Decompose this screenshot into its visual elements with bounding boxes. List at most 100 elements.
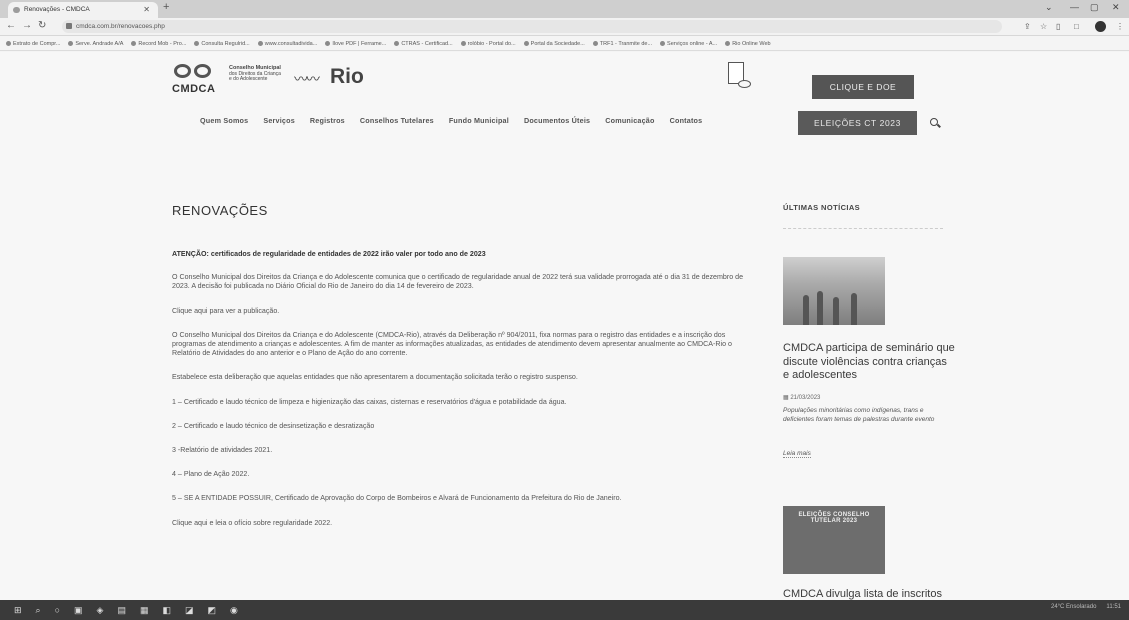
article-content: ATENÇÃO: certificados de regularidade de…: [172, 250, 757, 543]
bookmark-favicon-icon: [394, 41, 400, 46]
weather-text[interactable]: 24°C Ensolarado: [1051, 604, 1096, 610]
bookmark-item[interactable]: Ilove PDF | Ferrame...: [325, 41, 386, 47]
bookmark-star-icon[interactable]: ☆: [1040, 22, 1047, 31]
task-view-icon[interactable]: ○: [55, 605, 60, 615]
extensions-icon[interactable]: ▯: [1056, 22, 1060, 31]
menu-item-conselhos-tutelares[interactable]: Conselhos Tutelares: [360, 116, 434, 125]
minimize-icon[interactable]: —: [1070, 2, 1079, 12]
menu-item-contatos[interactable]: Contatos: [670, 116, 703, 125]
bookmark-label: Ilove PDF | Ferrame...: [332, 40, 387, 47]
bookmark-favicon-icon: [131, 41, 137, 46]
menu-item-documentos-uteis[interactable]: Documentos Úteis: [524, 116, 590, 125]
bookmark-item[interactable]: Consulta Regulrid...: [194, 41, 250, 47]
page-title: RENOVAÇÕES: [172, 203, 268, 218]
more-menu-icon[interactable]: ⋮: [1116, 22, 1124, 31]
close-window-icon[interactable]: ✕: [1112, 2, 1120, 13]
app-icon[interactable]: ◈: [97, 605, 104, 616]
app-icon[interactable]: ◩: [208, 605, 217, 616]
logo-circle-icon: [174, 64, 191, 78]
transparency-document-icon[interactable]: [726, 60, 751, 92]
bookmark-label: Record Mob - Pro...: [138, 40, 187, 47]
url-text: cmdca.com.br/renovacoes.php: [76, 23, 165, 30]
bookmark-label: TRF1 - Tranmite de...: [599, 40, 653, 47]
publication-link[interactable]: Clique aqui para ver a publicação.: [172, 307, 757, 316]
bookmark-favicon-icon: [523, 41, 529, 46]
url-field[interactable]: cmdca.com.br/renovacoes.php: [62, 20, 1002, 33]
requirement-item: 4 – Plano de Ação 2022.: [172, 470, 250, 479]
chevron-down-icon[interactable]: ⌄: [1045, 2, 1053, 13]
bookmark-item[interactable]: Serviços online - A...: [660, 41, 717, 47]
forward-icon[interactable]: →: [22, 20, 32, 31]
menu-item-fundo-municipal[interactable]: Fundo Municipal: [449, 116, 509, 125]
oficio-link[interactable]: Clique aqui e leia o ofício sobre regula…: [172, 519, 757, 528]
sidepanel-icon[interactable]: □: [1074, 22, 1079, 31]
bookmark-favicon-icon: [6, 41, 11, 46]
tab-strip: Renovações - CMDCA ✕ + ⌄ — ▢ ✕: [0, 0, 1129, 18]
bookmark-item[interactable]: CTRAS - Certificad...: [394, 40, 453, 47]
address-bar-row: ← → ↻ cmdca.com.br/renovacoes.php ⇪ ☆ ▯ …: [0, 18, 1129, 36]
bookmark-item[interactable]: Serve. Andrade A/A: [68, 41, 123, 47]
search-icon[interactable]: ⌕: [36, 605, 41, 616]
close-tab-icon[interactable]: ✕: [143, 2, 150, 18]
bookmark-item[interactable]: Extrato de Compr...: [6, 41, 60, 47]
bookmark-item[interactable]: Portal da Sociedade...: [523, 40, 585, 47]
menu-item-servicos[interactable]: Serviços: [263, 116, 295, 125]
bookmark-item[interactable]: Record Mob - Pro...: [131, 41, 186, 47]
bookmarks-bar: Extrato de Compr... Serve. Andrade A/A Rec…: [0, 37, 1129, 51]
thumb-title: ELEIÇÕES CONSELHO TUTELAR 2023: [798, 512, 870, 524]
bookmark-label: CTRAS - Certificad...: [401, 40, 453, 47]
bookmark-label: www.consultadivida...: [264, 40, 318, 47]
system-tray: 24°C Ensolarado 11:51: [1051, 604, 1121, 610]
app-icon[interactable]: ◪: [185, 605, 194, 616]
new-tab-icon[interactable]: +: [163, 1, 169, 13]
bookmark-favicon-icon: [325, 41, 331, 46]
chrome-icon[interactable]: ◉: [230, 605, 238, 616]
news-title-link[interactable]: CMDCA participa de seminário que discute…: [783, 342, 955, 383]
menu-item-registros[interactable]: Registros: [310, 116, 345, 125]
news-thumbnail[interactable]: ELEIÇÕES CONSELHO TUTELAR 2023: [783, 506, 885, 574]
wave-icon: 〰〰: [294, 71, 320, 87]
read-more-link[interactable]: Leia mais: [783, 450, 811, 458]
article-paragraph: O Conselho Municipal dos Direitos da Cri…: [172, 273, 744, 291]
web-page: CMDCA Conselho Municipal dos Direitos da…: [0, 52, 1129, 600]
bookmark-label: Extrato de Compr...: [13, 40, 61, 47]
elections-button[interactable]: ELEIÇÕES CT 2023: [798, 111, 917, 135]
app-icon[interactable]: ▦: [140, 605, 149, 616]
bookmark-item[interactable]: www.consultadivida...: [257, 40, 318, 47]
profile-avatar[interactable]: [1095, 21, 1106, 32]
requirement-item: 5 – SE A ENTIDADE POSSUIR, Certificado d…: [172, 494, 622, 503]
news-excerpt: Populações minoritárias como indígenas, …: [783, 407, 935, 423]
logo-small-text: Conselho Municipal dos Direitos da Crian…: [229, 65, 289, 83]
site-logo[interactable]: CMDCA Conselho Municipal dos Direitos da…: [172, 61, 382, 101]
bookmark-label: Serviços online - A...: [667, 40, 718, 47]
bookmark-favicon-icon: [725, 41, 731, 46]
bookmark-label: Rio Online Web: [732, 40, 771, 47]
favicon-icon: [13, 7, 20, 13]
windows-start-icon[interactable]: ⊞: [14, 605, 22, 616]
bookmark-item[interactable]: TRF1 - Tranmite de...: [592, 40, 653, 47]
maximize-icon[interactable]: ▢: [1090, 2, 1099, 13]
app-icon[interactable]: ◧: [163, 605, 172, 616]
browser-tab[interactable]: Renovações - CMDCA ✕: [8, 2, 158, 18]
main-menu: Quem Somos Serviços Registros Conselhos …: [200, 116, 702, 125]
search-icon[interactable]: [930, 118, 938, 126]
menu-item-comunicacao[interactable]: Comunicação: [605, 116, 654, 125]
reload-icon[interactable]: ↻: [38, 20, 46, 31]
bookmark-item[interactable]: Rio Online Web: [725, 40, 771, 47]
donate-button[interactable]: CLIQUE E DOE: [812, 75, 914, 99]
back-icon[interactable]: ←: [6, 20, 16, 31]
logo-text: CMDCA: [172, 83, 216, 95]
news-thumbnail[interactable]: [783, 257, 885, 325]
app-icon[interactable]: ▤: [117, 605, 126, 616]
menu-item-quem-somos[interactable]: Quem Somos: [200, 116, 248, 125]
bookmark-label: Portal da Sociedade...: [530, 40, 585, 47]
bookmark-item[interactable]: rolóbio - Portal do...: [460, 41, 516, 47]
bookmark-favicon-icon: [592, 41, 598, 46]
clock-text[interactable]: 11:51: [1106, 604, 1121, 610]
divider: [783, 228, 943, 229]
app-icon[interactable]: ▣: [74, 605, 83, 616]
requirement-item: 2 – Certificado e laudo técnico de desin…: [172, 421, 375, 430]
sidebar-title: ÚLTIMAS NOTÍCIAS: [783, 203, 861, 212]
bookmark-label: Serve. Andrade A/A: [75, 40, 124, 47]
share-icon[interactable]: ⇪: [1024, 22, 1031, 31]
